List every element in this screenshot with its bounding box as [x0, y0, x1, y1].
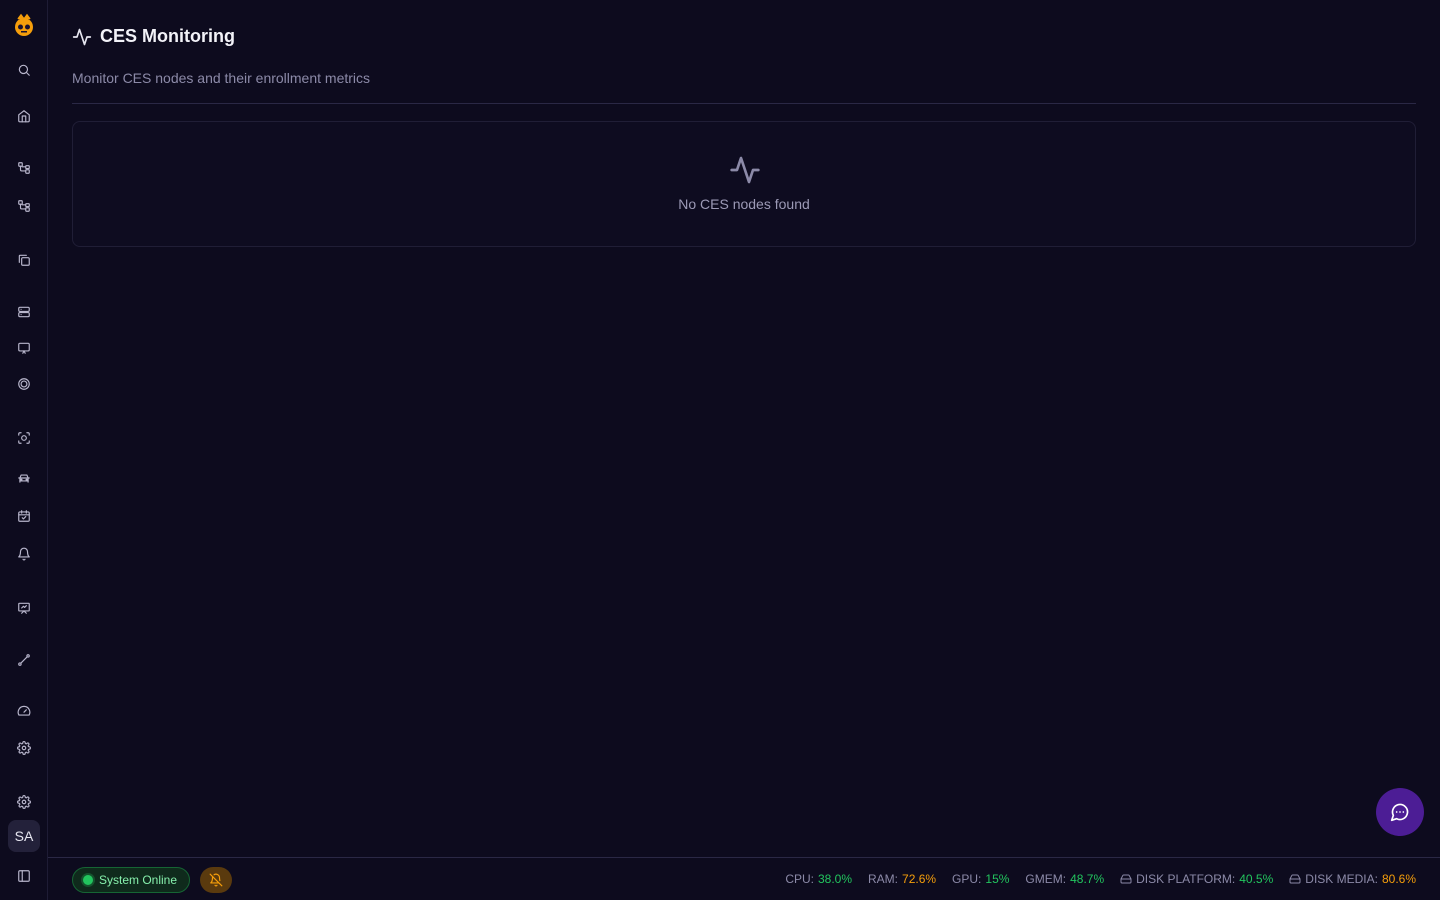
bell-icon [18, 547, 30, 561]
presentation-icon [18, 602, 30, 614]
metric-gpu: GPU: 15% [952, 872, 1009, 886]
page-title: CES Monitoring [100, 26, 235, 46]
metric-label: RAM: [868, 872, 899, 886]
status-bar: System Online CPU: 38.0% RAM: 72.6% GPU:… [48, 857, 1440, 900]
empty-state-message: No CES nodes found [678, 196, 810, 212]
sidebar-item-home[interactable] [12, 104, 36, 128]
metric-gmem: GMEM: 48.7% [1025, 872, 1104, 886]
sidebar-item-circle[interactable] [12, 372, 36, 396]
main-content: CES Monitoring Monitor CES nodes and the… [48, 0, 1440, 857]
metric-label: CPU: [785, 872, 814, 886]
sidebar-toggle-icon [18, 870, 30, 882]
page-header: CES Monitoring [72, 26, 235, 47]
system-status-badge[interactable]: System Online [72, 867, 191, 893]
message-circle-icon [1390, 803, 1409, 822]
metric-disk-media: DISK MEDIA: 80.6% [1289, 872, 1416, 886]
user-avatar[interactable]: SA [8, 820, 40, 852]
empty-state-card: No CES nodes found [72, 121, 1416, 247]
copy-icon [18, 254, 30, 266]
page-subtitle: Monitor CES nodes and their enrollment m… [72, 70, 371, 86]
sidebar-item-presentation[interactable] [12, 596, 36, 620]
sidebar-item-settings-1[interactable] [12, 736, 36, 760]
sidebar-item-servers[interactable] [12, 300, 36, 324]
sidebar-item-gauge[interactable] [12, 699, 36, 723]
circle-icon [18, 378, 30, 390]
metric-label: DISK PLATFORM: [1136, 872, 1236, 886]
bell-off-icon [209, 873, 223, 887]
gear-icon [17, 741, 31, 755]
search-icon [18, 64, 30, 76]
workflow-icon [18, 162, 30, 174]
sidebar-item-alerts[interactable] [12, 542, 36, 566]
metric-label: DISK MEDIA: [1305, 872, 1378, 886]
sidebar-item-copy[interactable] [12, 248, 36, 272]
system-status-label: System Online [99, 873, 178, 887]
metric-cpu: CPU: 38.0% [785, 872, 852, 886]
route-icon [18, 654, 30, 666]
system-metrics: CPU: 38.0% RAM: 72.6% GPU: 15% GMEM: 48.… [785, 872, 1416, 886]
sidebar: SA [0, 0, 48, 900]
activity-icon [730, 156, 760, 184]
monitor-icon [18, 342, 30, 354]
metric-value: 80.6% [1381, 872, 1416, 886]
sidebar-item-workflow-1[interactable] [12, 156, 36, 180]
sidebar-item-display[interactable] [12, 336, 36, 360]
sidebar-toggle-button[interactable] [12, 864, 36, 888]
sidebar-item-calendar[interactable] [12, 504, 36, 528]
metric-value: 15% [985, 872, 1010, 886]
metric-label: GPU: [952, 872, 982, 886]
status-dot [83, 875, 93, 885]
gear-icon [17, 795, 31, 809]
empty-state-icon-wrap [729, 154, 761, 186]
workflow-icon [18, 200, 30, 212]
calendar-check-icon [18, 510, 30, 522]
app-logo[interactable] [10, 10, 38, 38]
sidebar-item-vehicles[interactable] [12, 466, 36, 490]
scan-face-icon [18, 432, 30, 444]
gauge-icon [17, 705, 31, 716]
car-icon [18, 474, 30, 483]
server-icon [18, 306, 30, 318]
sidebar-item-face-scan[interactable] [12, 426, 36, 450]
hard-drive-icon [1289, 874, 1301, 884]
metric-value: 40.5% [1239, 872, 1274, 886]
sidebar-item-settings-2[interactable] [12, 790, 36, 814]
header-divider [72, 103, 1416, 104]
sidebar-item-search[interactable] [12, 58, 36, 82]
metric-value: 38.0% [817, 872, 853, 886]
sidebar-item-workflow-2[interactable] [12, 194, 36, 218]
metric-ram: RAM: 72.6% [868, 872, 936, 886]
metric-value: 72.6% [902, 872, 937, 886]
sidebar-item-route[interactable] [12, 648, 36, 672]
activity-icon [72, 28, 92, 45]
metric-value: 48.7% [1070, 872, 1105, 886]
home-icon [18, 110, 30, 123]
hard-drive-icon [1120, 874, 1132, 884]
metric-disk-platform: DISK PLATFORM: 40.5% [1120, 872, 1273, 886]
metric-label: GMEM: [1025, 872, 1067, 886]
chat-button[interactable] [1376, 788, 1424, 836]
notifications-muted-button[interactable] [200, 867, 232, 893]
